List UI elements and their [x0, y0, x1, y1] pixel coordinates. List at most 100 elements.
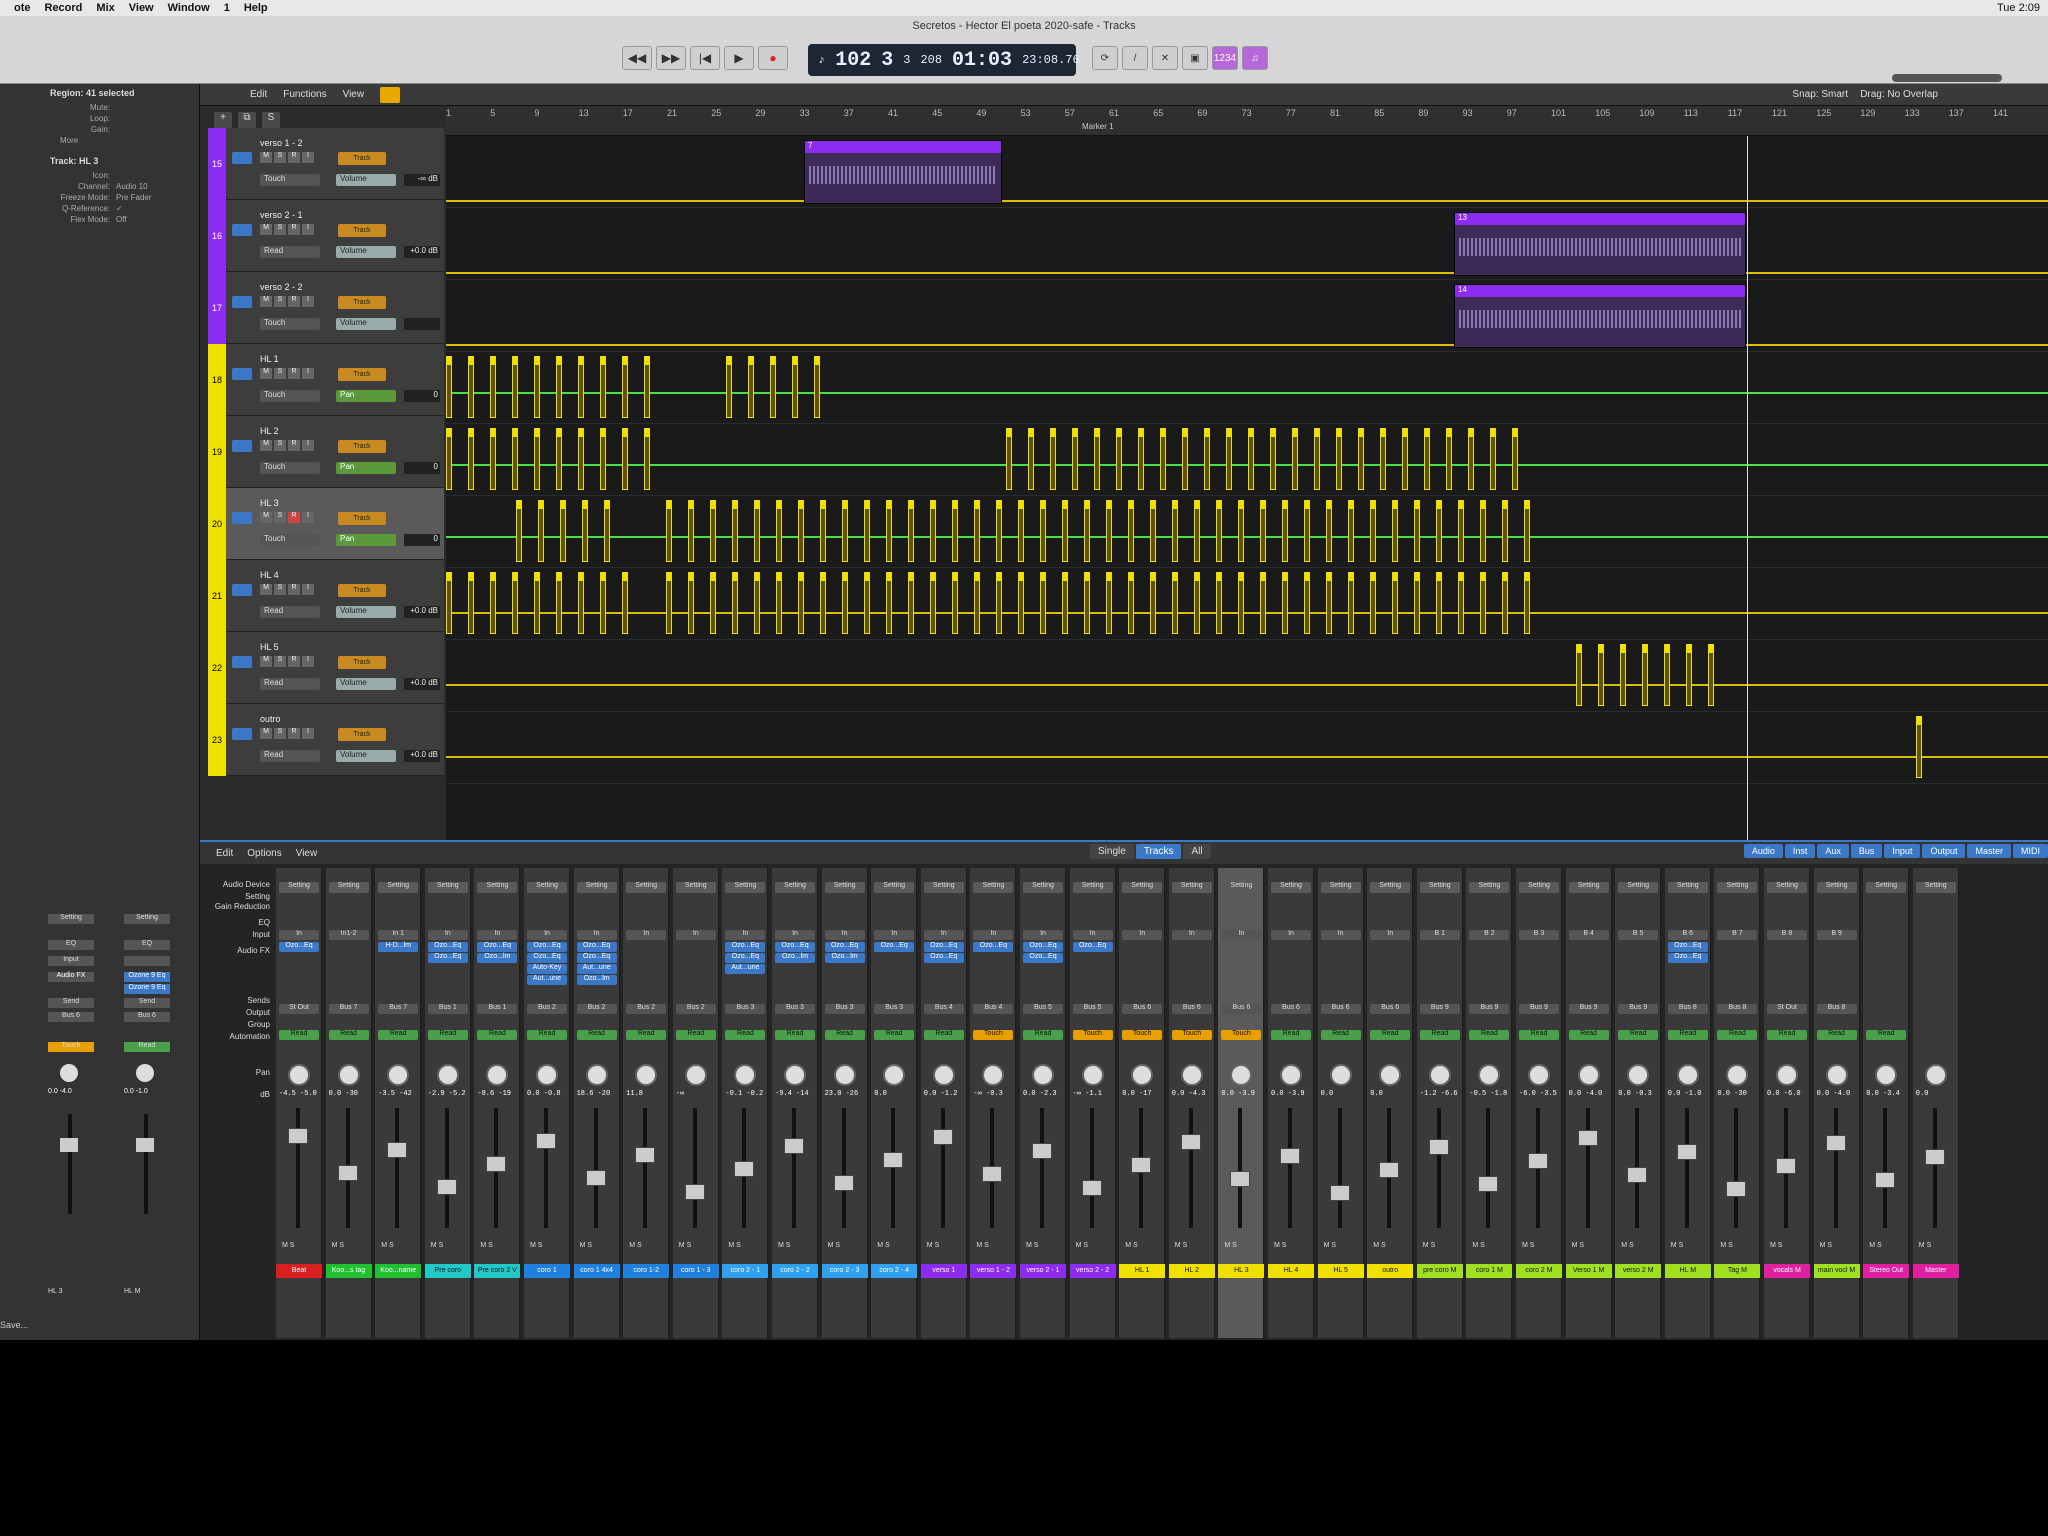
automation-mode-button[interactable]: Read [1667, 1030, 1708, 1040]
channel-name[interactable]: coro 2 - 1 [722, 1264, 769, 1278]
automation-mode-button[interactable]: Read [874, 1030, 915, 1040]
fader-cap[interactable] [1875, 1172, 1896, 1188]
input-button[interactable]: In [527, 930, 567, 940]
view-all[interactable]: All [1183, 844, 1211, 859]
audio-region[interactable] [1182, 428, 1188, 490]
audio-region[interactable] [644, 356, 650, 418]
track-header[interactable]: 19 HL 2 M S R I Track Touch Pan 0 [208, 416, 444, 488]
audio-region[interactable] [534, 572, 540, 634]
audio-region[interactable] [688, 500, 694, 562]
input-button[interactable]: B 9 [1816, 930, 1857, 940]
audio-region[interactable] [1062, 572, 1068, 634]
automation-mode-button[interactable]: Touch [1171, 1030, 1212, 1040]
volume-fader-track[interactable] [1684, 1108, 1689, 1228]
menu-item-record[interactable]: Record [45, 2, 83, 14]
setting-button[interactable]: Setting [477, 882, 518, 893]
track-header[interactable]: 17 verso 2 - 2 M S R I Track Touch Volume [208, 272, 444, 344]
channel-name[interactable]: coro 2 - 4 [871, 1264, 918, 1278]
menu-item-app[interactable]: ote [14, 2, 31, 14]
audio-region[interactable] [754, 500, 760, 562]
audio-region[interactable] [512, 428, 518, 490]
fader-cap[interactable] [982, 1166, 1003, 1182]
volume-automation-line[interactable] [446, 200, 2048, 202]
setting-button[interactable]: Setting [1122, 882, 1163, 893]
solo-button[interactable]: S [274, 440, 286, 451]
automation-mode-button[interactable]: Read [328, 1030, 369, 1040]
audio-region[interactable] [1128, 500, 1134, 562]
input-button[interactable]: In [874, 930, 915, 940]
record-arm-button[interactable]: R [288, 584, 300, 595]
track-name[interactable]: verso 2 - 2 [260, 282, 303, 292]
setting-button[interactable]: Setting [1767, 882, 1807, 893]
audio-region[interactable] [1480, 572, 1486, 634]
track-header[interactable]: 18 HL 1 M S R I Track Touch Pan 0 [208, 344, 444, 416]
audio-region[interactable] [1480, 500, 1486, 562]
output-button[interactable]: Bus 9 [1419, 1004, 1460, 1014]
audio-region[interactable] [1248, 428, 1254, 490]
channel-name[interactable]: Beat [276, 1264, 322, 1278]
audio-region[interactable]: 7 [804, 140, 1002, 204]
automation-mode[interactable]: Read [124, 1042, 170, 1052]
audio-region[interactable] [732, 572, 738, 634]
track-header[interactable]: 15 verso 1 - 2 M S R I Track Touch Volume -∞ dB [208, 128, 444, 200]
output-button[interactable]: Bus 2 [675, 1004, 716, 1014]
audio-region[interactable] [930, 572, 936, 634]
output-button[interactable]: Bus 9 [1469, 1004, 1510, 1014]
channel-name[interactable]: Verso 1 M [1565, 1264, 1612, 1278]
mixer-filter-bus[interactable]: Bus [1850, 844, 1883, 858]
setting-button[interactable]: Setting [1915, 882, 1956, 893]
audio-region[interactable] [1028, 428, 1034, 490]
output-button[interactable]: Bus 6 [1221, 1004, 1262, 1014]
automation-mode-select[interactable]: Touch [260, 390, 320, 402]
setting-button[interactable]: Setting [923, 882, 964, 893]
audio-region[interactable] [1150, 572, 1156, 634]
audio-region[interactable] [1348, 572, 1354, 634]
audio-region[interactable] [974, 500, 980, 562]
pan-knob[interactable] [1825, 1064, 1848, 1086]
pan-knob[interactable] [684, 1064, 707, 1086]
audio-region[interactable] [1598, 644, 1604, 706]
volume-fader-track[interactable] [1337, 1108, 1342, 1228]
setting-button[interactable]: Setting [576, 882, 617, 893]
audio-region[interactable] [1468, 428, 1474, 490]
audio-region[interactable] [666, 500, 672, 562]
audio-region[interactable] [688, 572, 694, 634]
audio-region[interactable] [952, 500, 958, 562]
pan-knob[interactable] [734, 1064, 757, 1086]
audio-region[interactable] [952, 572, 958, 634]
volume-fader-track[interactable] [544, 1108, 548, 1228]
audio-region[interactable] [1326, 500, 1332, 562]
audio-region[interactable] [1050, 428, 1056, 490]
automation-mode-select[interactable]: Read [260, 678, 320, 690]
mute-solo-buttons[interactable]: M S [728, 1242, 740, 1249]
audio-region[interactable] [732, 500, 738, 562]
automation-mode-select[interactable]: Touch [260, 534, 320, 546]
setting-button[interactable]: Setting [1419, 882, 1460, 893]
setting-button[interactable]: Setting [48, 914, 94, 924]
pan-knob[interactable] [136, 1064, 154, 1082]
audio-fx-slot[interactable]: Ozo...Eq [874, 942, 915, 952]
track-automation-button[interactable]: Track [338, 656, 386, 669]
audio-region[interactable] [1006, 428, 1012, 490]
channel-name[interactable]: verso 1 [920, 1264, 967, 1278]
fader-cap[interactable] [536, 1133, 556, 1149]
mixer-filter-input[interactable]: Input [1884, 844, 1921, 858]
input-monitor-button[interactable]: I [302, 728, 314, 739]
track-automation-button[interactable]: Track [338, 368, 386, 381]
output-button[interactable]: Bus 6 [1370, 1004, 1411, 1014]
duplicate-track-icon[interactable]: ⧉ [238, 112, 256, 128]
input-monitor-button[interactable]: I [302, 584, 314, 595]
audio-fx-slot[interactable]: Aut...une [527, 975, 567, 985]
count-in-button[interactable]: 1234 [1212, 46, 1238, 70]
audio-region[interactable] [1424, 428, 1430, 490]
audio-region[interactable] [560, 500, 566, 562]
fader-cap[interactable] [1627, 1167, 1648, 1183]
audio-region[interactable] [798, 572, 804, 634]
fader-cap[interactable] [1329, 1185, 1350, 1201]
automation-mode-button[interactable]: Read [427, 1030, 468, 1040]
track-lane[interactable] [446, 496, 2048, 568]
pan-knob[interactable] [1924, 1064, 1947, 1086]
mute-button[interactable]: M [260, 440, 272, 451]
fader-cap[interactable] [1131, 1157, 1152, 1173]
audio-region[interactable] [1304, 572, 1310, 634]
